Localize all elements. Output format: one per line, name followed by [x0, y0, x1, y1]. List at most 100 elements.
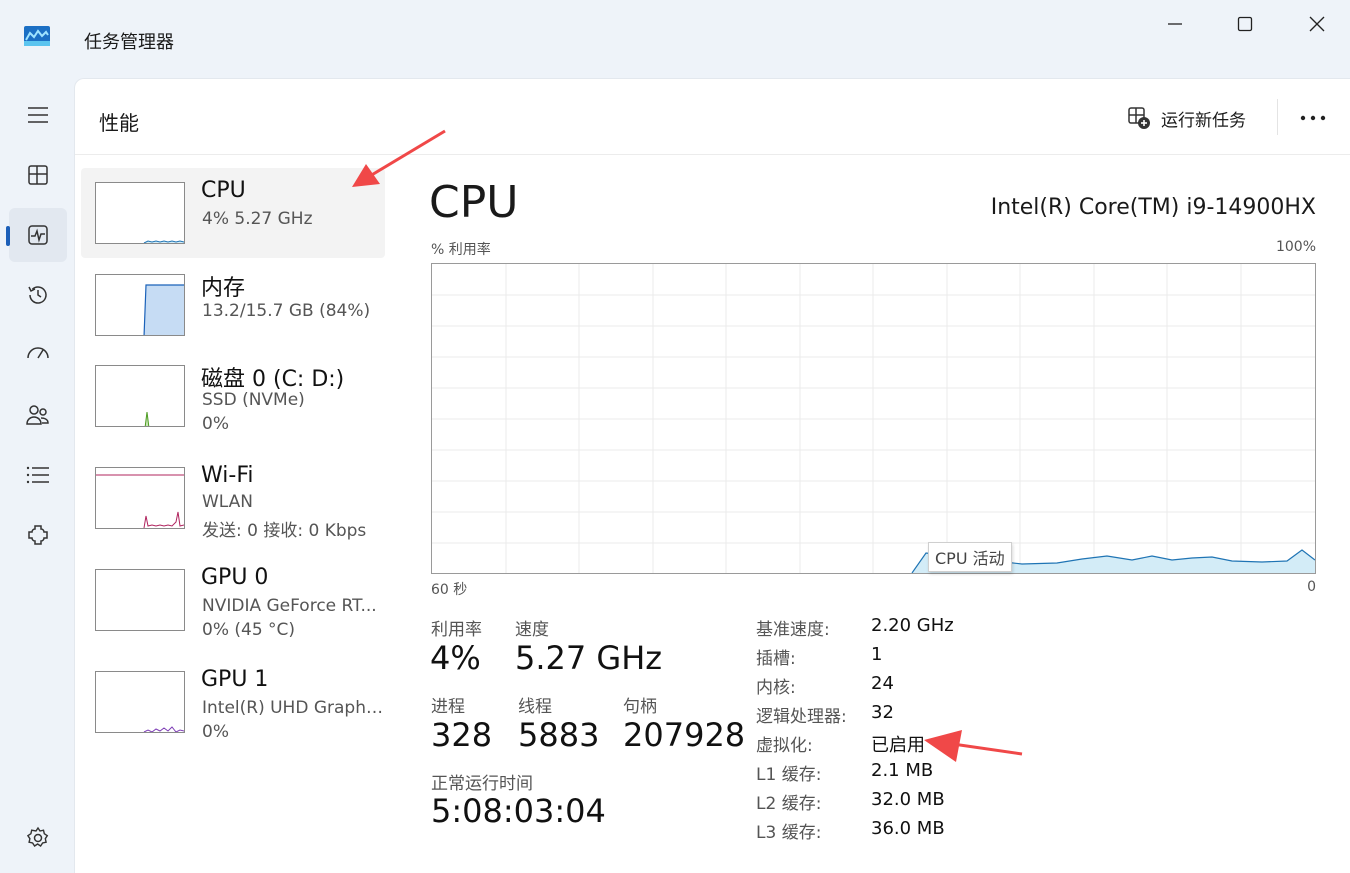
hamburger-menu-icon: [28, 107, 48, 123]
threads-value: 5883: [518, 716, 600, 754]
maximize-icon: [1237, 16, 1253, 32]
nav-settings[interactable]: [9, 811, 67, 865]
close-button[interactable]: [1294, 8, 1340, 40]
detail-title: CPU: [429, 177, 519, 228]
main-panel: 性能 运行新任务 CPU 4% 5.27 GHz 内存 13.2/15.7 GB…: [74, 78, 1350, 873]
hamburger-menu-button[interactable]: [9, 88, 67, 142]
speed-value: 5.27 GHz: [515, 639, 663, 677]
startup-apps-icon: [27, 347, 49, 359]
close-icon: [1309, 16, 1325, 32]
spec-label: 逻辑处理器:: [756, 707, 847, 727]
processes-icon: [28, 165, 48, 185]
task-manager-logo-icon: [24, 26, 50, 46]
uptime-label: 正常运行时间: [431, 774, 533, 794]
run-new-task-label: 运行新任务: [1161, 110, 1246, 131]
cpu-thumbnail: [95, 182, 185, 244]
settings-icon: [26, 826, 49, 847]
graph-x-left-label: 60 秒: [431, 582, 468, 598]
maximize-button[interactable]: [1222, 8, 1268, 40]
spec-value: 32.0 MB: [871, 789, 945, 810]
wifi-thumbnail: [95, 467, 185, 529]
perf-line1: 13.2/15.7 GB (84%): [202, 301, 371, 321]
uptime-value: 5:08:03:04: [431, 792, 606, 830]
perf-item-wifi[interactable]: Wi-Fi WLAN 发送: 0 接收: 0 Kbps: [81, 453, 385, 543]
graph-y-max-label: 100%: [1275, 239, 1316, 255]
cpu-utilization-graph: [431, 263, 1316, 574]
more-options-icon: [1300, 115, 1326, 121]
services-icon: [28, 525, 48, 545]
minimize-button[interactable]: [1152, 8, 1198, 40]
perf-name: GPU 1: [201, 667, 269, 692]
nav-app-history[interactable]: [9, 268, 67, 322]
perf-line2: 0% (45 °C): [202, 620, 296, 640]
perf-line2: 0%: [202, 722, 229, 742]
perf-name: Wi-Fi: [201, 463, 254, 488]
users-icon: [26, 405, 49, 425]
perf-name: 内存: [201, 276, 246, 301]
app-history-icon: [28, 286, 47, 304]
performance-icon: [28, 225, 48, 245]
perf-line1: WLAN: [202, 492, 254, 512]
disk-thumbnail: [95, 365, 185, 427]
page-header: 性能 运行新任务: [75, 79, 1350, 155]
perf-line1: 4% 5.27 GHz: [202, 209, 313, 229]
spec-label: L1 缓存:: [756, 765, 822, 785]
spec-value: 24: [871, 673, 894, 694]
perf-line2: 发送: 0 接收: 0 Kbps: [202, 521, 367, 541]
perf-item-cpu[interactable]: CPU 4% 5.27 GHz: [81, 168, 385, 258]
graph-tooltip: CPU 活动: [928, 542, 1012, 572]
perf-item-memory[interactable]: 内存 13.2/15.7 GB (84%): [81, 260, 385, 350]
more-options-button[interactable]: [1293, 103, 1333, 133]
perf-item-gpu0[interactable]: GPU 0 NVIDIA GeForce RT... 0% (45 °C): [81, 555, 385, 645]
processes-label: 进程: [431, 697, 465, 717]
spec-label: 基准速度:: [756, 620, 830, 640]
spec-value: 36.0 MB: [871, 818, 945, 839]
spec-value: 2.20 GHz: [871, 615, 954, 636]
active-indicator: [6, 226, 10, 246]
spec-label: 插槽:: [756, 649, 796, 669]
run-new-task-button[interactable]: 运行新任务: [1127, 103, 1246, 133]
nav-services[interactable]: [9, 508, 67, 562]
spec-label: L2 缓存:: [756, 794, 822, 814]
utilization-value: 4%: [430, 639, 481, 677]
graph-y-label: % 利用率: [431, 242, 491, 258]
processes-value: 328: [431, 716, 493, 754]
perf-line1: Intel(R) UHD Graphics: [202, 698, 384, 718]
spec-value: 已启用: [871, 735, 925, 756]
perf-name: 磁盘 0 (C: D:): [201, 367, 345, 392]
nav-startup-apps[interactable]: [9, 328, 67, 382]
spec-value: 2.1 MB: [871, 760, 934, 781]
perf-name: GPU 0: [201, 565, 269, 590]
header-separator: [1277, 99, 1278, 135]
nav-processes[interactable]: [9, 148, 67, 202]
nav-details[interactable]: [9, 448, 67, 502]
handles-value: 207928: [623, 716, 746, 754]
perf-item-disk[interactable]: 磁盘 0 (C: D:) SSD (NVMe) 0%: [81, 351, 385, 441]
perf-line1: NVIDIA GeForce RT...: [202, 596, 377, 616]
perf-line2: 0%: [202, 414, 229, 434]
spec-label: 内核:: [756, 678, 796, 698]
handles-label: 句柄: [623, 697, 657, 717]
nav-performance[interactable]: [9, 208, 67, 262]
perf-line1: SSD (NVMe): [202, 390, 305, 410]
gpu0-thumbnail: [95, 569, 185, 631]
spec-value: 1: [871, 644, 883, 665]
perf-item-gpu1[interactable]: GPU 1 Intel(R) UHD Graphics 0%: [81, 657, 385, 747]
page-title: 性能: [99, 111, 139, 135]
new-task-icon: [1128, 107, 1150, 129]
title-bar: 任务管理器: [0, 0, 1350, 78]
spec-label: 虚拟化:: [756, 736, 813, 756]
nav-users[interactable]: [9, 388, 67, 442]
navigation-rail: [0, 78, 74, 873]
spec-value: 32: [871, 702, 894, 723]
speed-label: 速度: [515, 620, 549, 640]
utilization-label: 利用率: [431, 620, 482, 640]
cpu-model: Intel(R) Core(TM) i9-14900HX: [990, 195, 1316, 220]
graph-x-right-label: 0: [1307, 579, 1316, 595]
gpu1-thumbnail: [95, 671, 185, 733]
spec-label: L3 缓存:: [756, 823, 822, 843]
threads-label: 线程: [518, 697, 552, 717]
minimize-icon: [1168, 23, 1182, 25]
memory-thumbnail: [95, 274, 185, 336]
details-icon: [26, 466, 49, 484]
